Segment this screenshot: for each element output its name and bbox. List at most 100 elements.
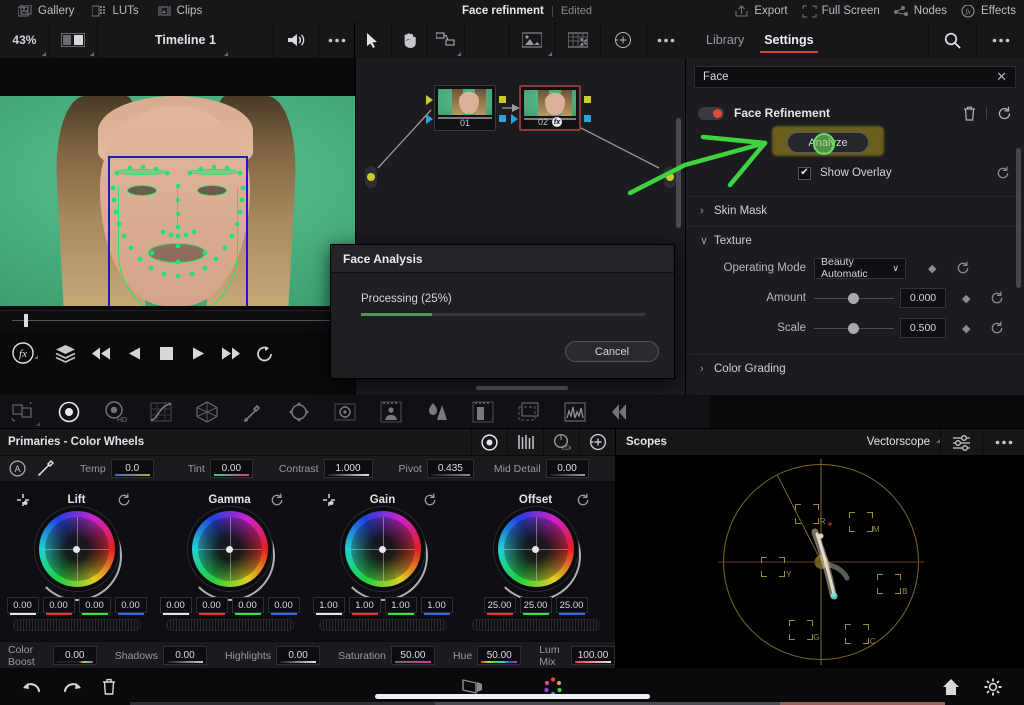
- offset-color-wheel[interactable]: [497, 511, 574, 587]
- blur-button[interactable]: [414, 395, 460, 428]
- color-wheels-button[interactable]: [46, 395, 92, 428]
- lift-color-wheel[interactable]: [38, 511, 115, 587]
- node-editor-vertical-scrollbar[interactable]: [676, 118, 681, 228]
- trash-icon[interactable]: [963, 106, 976, 121]
- gain-value-0[interactable]: 1.00: [312, 597, 345, 615]
- lum-mix-value-box[interactable]: 100.00: [571, 646, 615, 665]
- loop-button[interactable]: [248, 345, 282, 362]
- color-match-button[interactable]: [0, 395, 46, 428]
- hue-value-box[interactable]: 50.00: [477, 646, 522, 665]
- gain-value-3[interactable]: 1.00: [420, 597, 453, 615]
- gamma-value-3[interactable]: 0.00: [267, 597, 300, 615]
- lift-picker-icon[interactable]: [16, 493, 30, 507]
- auto-balance-button[interactable]: A: [9, 460, 26, 477]
- section-skin-mask[interactable]: › Skin Mask: [686, 196, 1024, 224]
- tint-value-box[interactable]: 0.00: [209, 459, 253, 478]
- pivot-value-box[interactable]: 0.435: [426, 459, 474, 478]
- add-node-button[interactable]: [601, 22, 647, 58]
- primaries-bars-button[interactable]: [507, 429, 543, 455]
- offset-value-1[interactable]: 25.00: [519, 597, 552, 615]
- cursor-tool-button[interactable]: [355, 22, 392, 58]
- lift-value-0[interactable]: 0.00: [6, 597, 39, 615]
- scale-slider[interactable]: [814, 318, 894, 339]
- magic-mask-button[interactable]: [368, 395, 414, 428]
- undo-button[interactable]: [22, 679, 42, 695]
- skip-to-start-button[interactable]: [84, 346, 118, 361]
- redo-button[interactable]: [62, 679, 82, 695]
- reset-circle-icon[interactable]: [997, 106, 1012, 121]
- node-02[interactable]: 02 fx: [519, 85, 581, 131]
- hdr-wheels-button[interactable]: HDR: [92, 395, 138, 428]
- gain-reset[interactable]: [423, 493, 437, 507]
- node-02-input-key-port[interactable]: [511, 114, 518, 124]
- gallery-button[interactable]: Gallery: [18, 4, 74, 18]
- stills-button[interactable]: [598, 395, 644, 428]
- gain-picker-icon[interactable]: [322, 493, 336, 507]
- inspector-search-button[interactable]: [928, 22, 976, 58]
- temp-value-box[interactable]: 0.0: [110, 459, 154, 478]
- lift-value-1[interactable]: 0.00: [42, 597, 75, 615]
- saturation-value-box[interactable]: 50.00: [390, 646, 435, 665]
- offset-reset[interactable]: [576, 493, 590, 507]
- operating-mode-reset[interactable]: [956, 261, 970, 275]
- tab-settings[interactable]: Settings: [760, 22, 818, 58]
- node-more-button[interactable]: [647, 22, 687, 58]
- gamma-color-wheel[interactable]: [191, 511, 268, 587]
- scope-type-selector[interactable]: Vectorscope: [867, 436, 940, 448]
- play-reverse-button[interactable]: [118, 346, 150, 361]
- home-button[interactable]: [942, 678, 960, 696]
- stop-button[interactable]: [150, 346, 182, 361]
- scale-reset[interactable]: [990, 321, 1004, 335]
- node-01[interactable]: 01: [434, 85, 496, 131]
- mid-detail-value-box[interactable]: 0.00: [545, 459, 589, 478]
- lift-reset[interactable]: [117, 493, 131, 507]
- node-01-input-key-port[interactable]: [426, 114, 433, 124]
- timeline-name-control[interactable]: Timeline 1: [98, 22, 275, 58]
- scale-value[interactable]: 0.500: [900, 318, 946, 338]
- audio-button[interactable]: [274, 22, 320, 58]
- power-windows-button[interactable]: [276, 395, 322, 428]
- keyframe-diamond-icon[interactable]: ◆: [962, 322, 970, 335]
- export-button[interactable]: Export: [734, 4, 788, 18]
- node-link-tool-button[interactable]: [428, 22, 465, 58]
- gain-ganged-slider[interactable]: [318, 619, 447, 631]
- search-input[interactable]: Face ✕: [694, 66, 1016, 88]
- key-button[interactable]: [460, 395, 506, 428]
- settings-button[interactable]: [984, 678, 1002, 696]
- section-texture[interactable]: ∨ Texture: [686, 226, 1024, 254]
- viewer-scrubber[interactable]: [0, 310, 355, 330]
- luts-button[interactable]: LUTs: [92, 5, 139, 18]
- inspector-scrollbar[interactable]: [1016, 148, 1021, 288]
- viewer-fx-button[interactable]: fx: [0, 341, 46, 365]
- section-color-grading[interactable]: › Color Grading: [686, 354, 1024, 382]
- node-editor-horizontal-scrollbar[interactable]: [476, 386, 568, 390]
- node-01-output-rgb-port[interactable]: [499, 96, 506, 103]
- amount-slider[interactable]: [814, 288, 894, 309]
- node-01-output-key-port[interactable]: [499, 115, 506, 122]
- gain-color-wheel[interactable]: [344, 511, 421, 587]
- qualifier-button[interactable]: [230, 395, 276, 428]
- playhead[interactable]: [24, 314, 28, 327]
- picker-wand-button[interactable]: [37, 460, 54, 477]
- log-wheels-button[interactable]: LOG: [543, 429, 579, 455]
- show-overlay-reset[interactable]: [996, 166, 1010, 180]
- gamma-ganged-slider[interactable]: [165, 619, 294, 631]
- pan-tool-button[interactable]: [392, 22, 429, 58]
- fullscreen-button[interactable]: Full Screen: [802, 5, 880, 18]
- clips-button[interactable]: Clips: [157, 5, 202, 18]
- color-warper-button[interactable]: [184, 395, 230, 428]
- nodes-button[interactable]: Nodes: [893, 5, 947, 18]
- gamma-value-1[interactable]: 0.00: [195, 597, 228, 615]
- effects-button[interactable]: fx Effects: [961, 4, 1016, 18]
- effect-enable-toggle[interactable]: [698, 106, 724, 120]
- color-boost-value-box[interactable]: 0.00: [52, 646, 97, 665]
- vectorscope-display[interactable]: RM Y B G C: [616, 455, 1024, 669]
- inspector-more-button[interactable]: [976, 22, 1024, 58]
- viewer-overlay-button[interactable]: [510, 22, 556, 58]
- grid-layout-button[interactable]: [556, 22, 602, 58]
- sizing-button[interactable]: [506, 395, 552, 428]
- keyframe-diamond-icon[interactable]: ◆: [962, 292, 970, 305]
- video-preview[interactable]: [0, 96, 355, 306]
- lift-value-2[interactable]: 0.00: [78, 597, 111, 615]
- delete-button[interactable]: [102, 678, 116, 695]
